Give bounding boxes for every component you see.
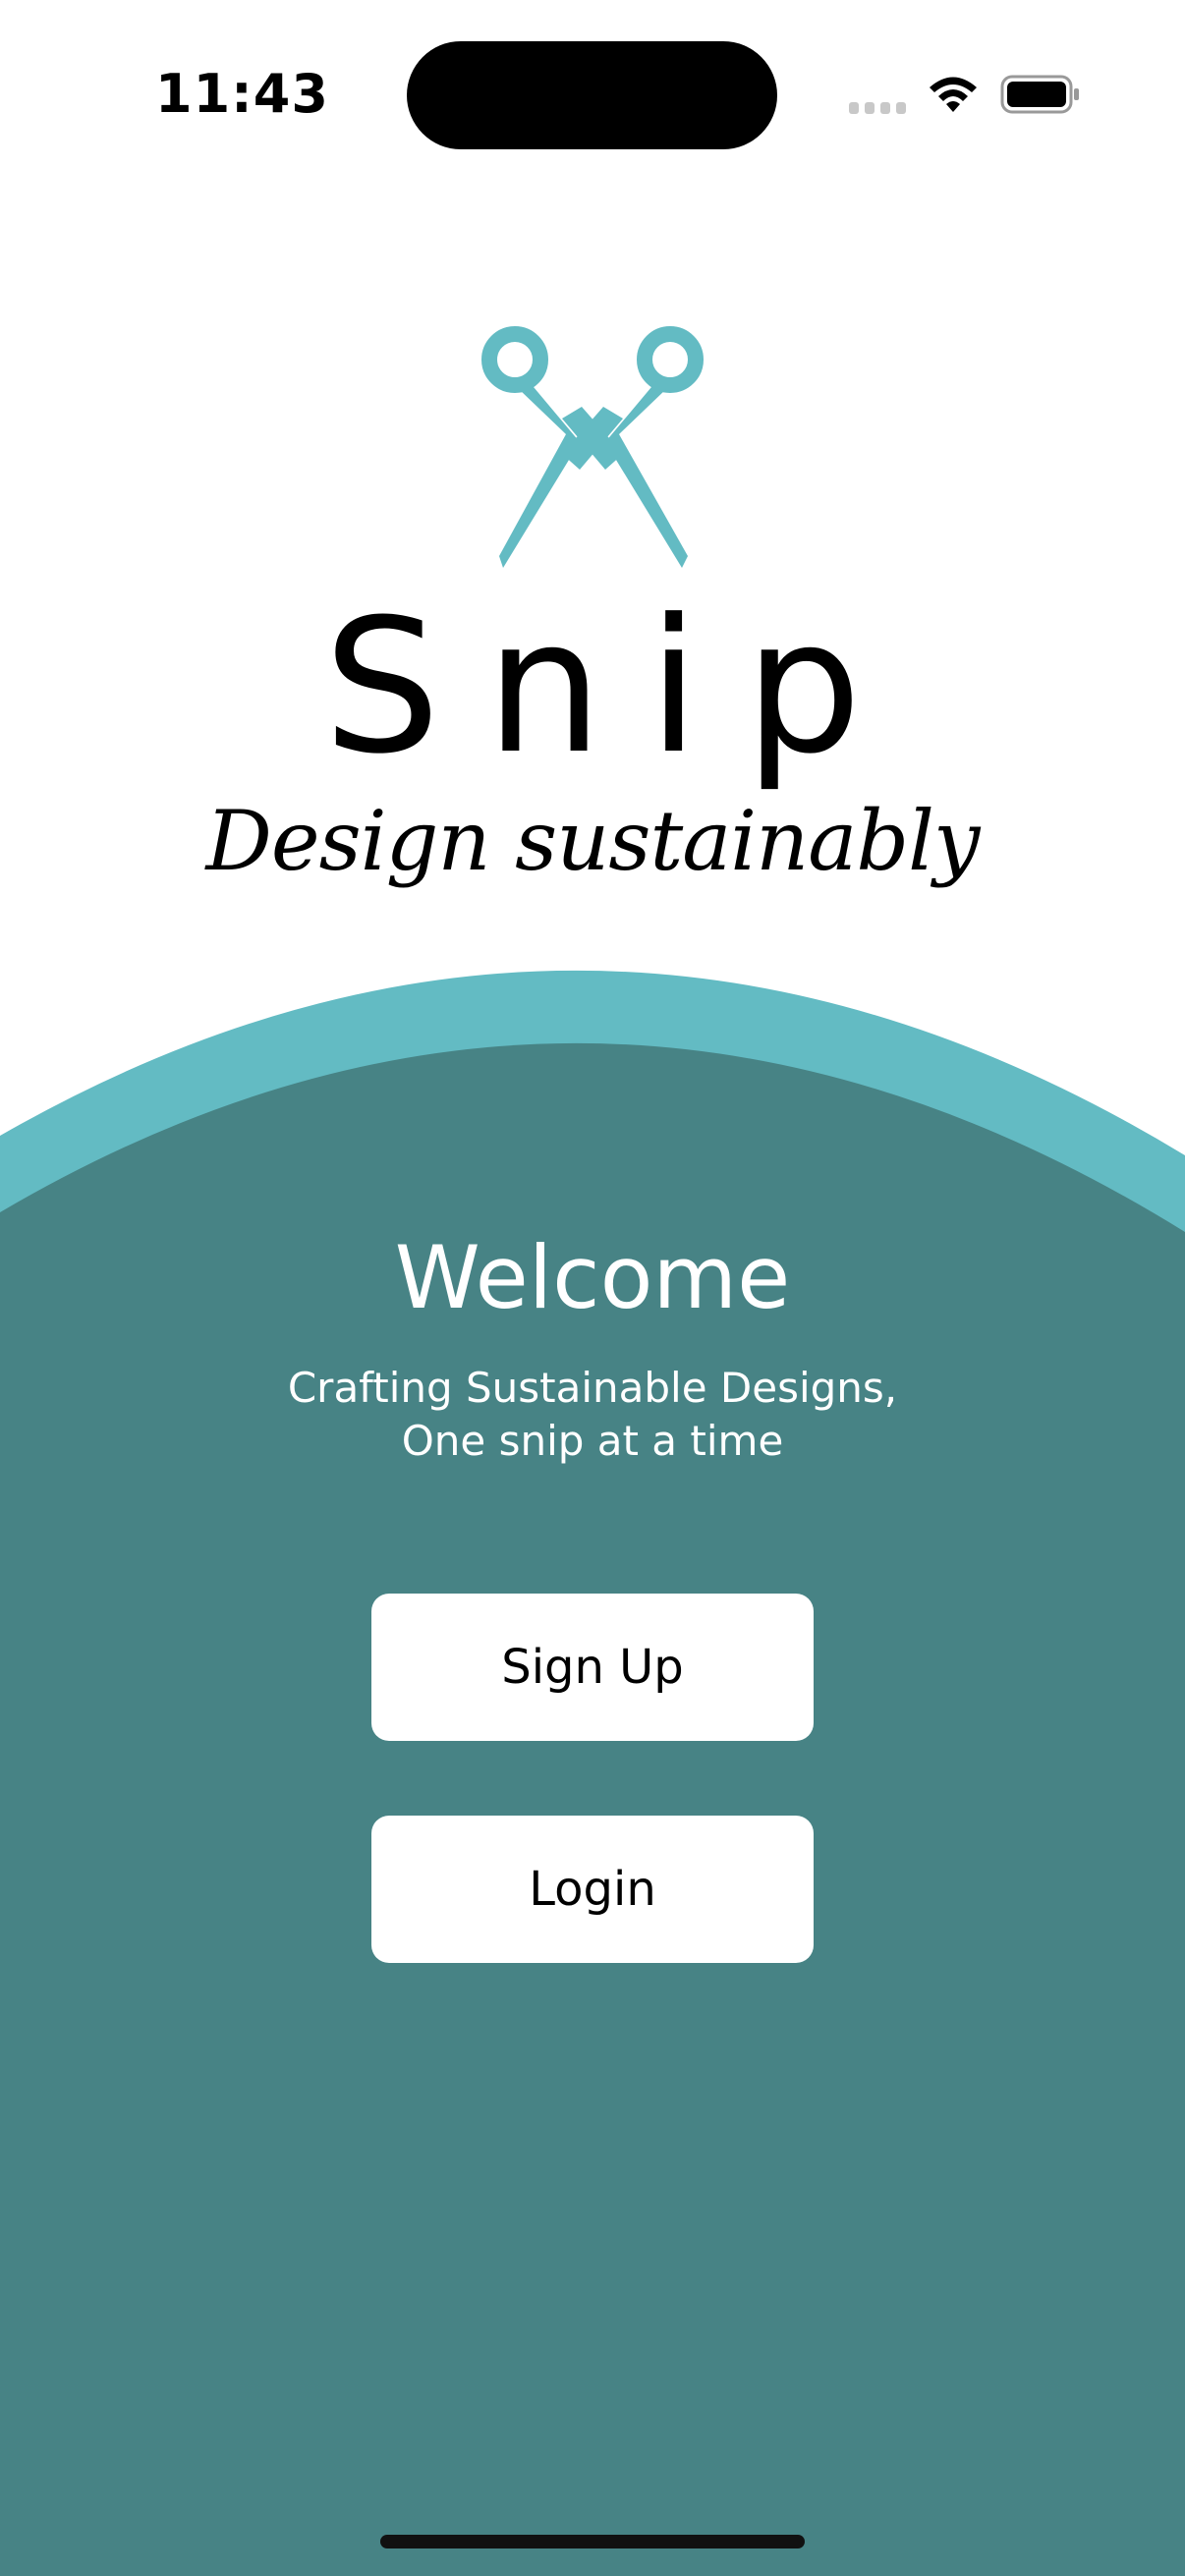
login-button[interactable]: Login xyxy=(371,1816,814,1963)
wifi-icon xyxy=(930,77,977,112)
home-indicator[interactable] xyxy=(380,2535,805,2548)
cellular-signal-icon xyxy=(849,102,906,114)
subtitle-line-1: Crafting Sustainable Designs, xyxy=(287,1364,898,1412)
scissors-icon xyxy=(481,326,704,568)
tagline: Design sustainably xyxy=(205,793,981,889)
dynamic-island xyxy=(407,41,777,149)
app-name: Snip xyxy=(322,580,908,795)
subtitle-line-2: One snip at a time xyxy=(401,1417,784,1465)
status-time: 11:43 xyxy=(155,63,329,125)
battery-icon xyxy=(1000,75,1079,114)
welcome-subtitle: Crafting Sustainable Designs, One snip a… xyxy=(0,1362,1185,1468)
welcome-title: Welcome xyxy=(394,1227,791,1328)
welcome-screen: 11:43 Snip Design sustainably Welcome Cr… xyxy=(0,0,1185,2576)
sign-up-button[interactable]: Sign Up xyxy=(371,1594,814,1741)
